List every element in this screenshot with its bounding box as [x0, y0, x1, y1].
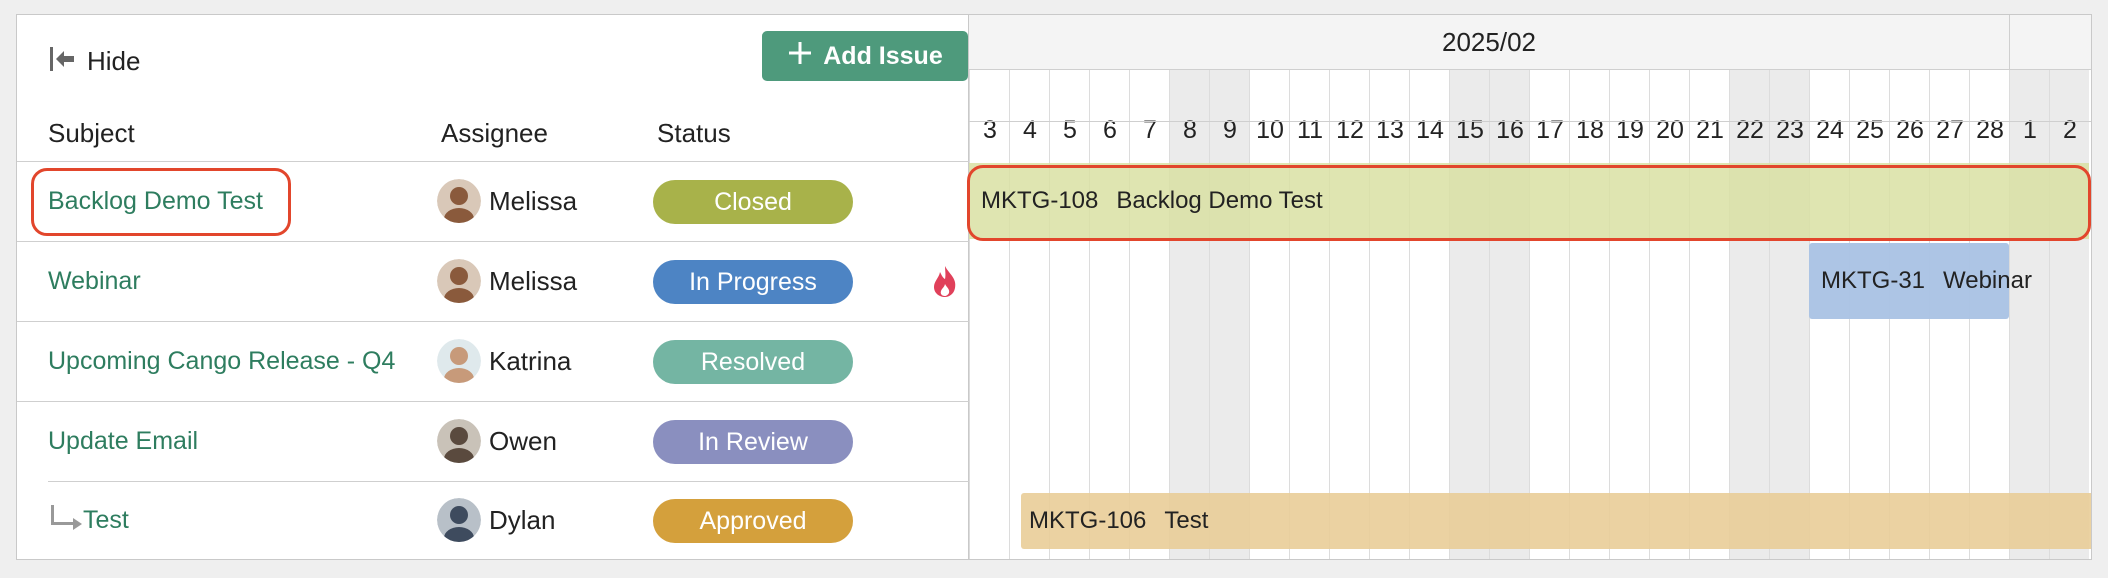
day-column: 10 [1249, 70, 1289, 559]
status-badge[interactable]: Approved [653, 499, 853, 543]
gantt-bar[interactable]: MKTG-106 Test [1021, 493, 2091, 549]
collapse-left-icon [47, 44, 77, 79]
bar-issue-key: MKTG-106 [1029, 507, 1147, 534]
day-column: 5 [1049, 70, 1089, 559]
day-column: 13 [1369, 70, 1409, 559]
day-column: 11 [1289, 70, 1329, 559]
column-header-status[interactable]: Status [657, 118, 731, 149]
day-column: 14 [1409, 70, 1449, 559]
column-header-assignee[interactable]: Assignee [441, 118, 548, 149]
day-column: 17 [1529, 70, 1569, 559]
status-badge[interactable]: Resolved [653, 340, 853, 384]
issue-row[interactable]: Backlog Demo Test Melissa Closed [17, 161, 969, 241]
day-column: 16 [1489, 70, 1529, 559]
month-label: 2025/02 [1442, 27, 1536, 57]
column-header-subject[interactable]: Subject [48, 118, 135, 149]
bar-issue-title: Test [1164, 507, 1209, 534]
avatar [437, 498, 481, 542]
day-column: 9 [1209, 70, 1249, 559]
day-column: 7 [1129, 70, 1169, 559]
bar-issue-key: MKTG-108 [981, 187, 1099, 214]
bar-issue-title: Webinar [1943, 267, 2032, 294]
assignee-cell: Katrina [437, 322, 571, 400]
status-badge[interactable]: In Review [653, 420, 853, 464]
subtask-arrow-icon [51, 505, 82, 530]
day-column: 15 [1449, 70, 1489, 559]
issue-subject-link[interactable]: Backlog Demo Test [48, 162, 263, 240]
day-column: 6 [1089, 70, 1129, 559]
assignee-cell: Melissa [437, 242, 577, 320]
plus-icon [787, 40, 813, 73]
day-column: 1 [2009, 70, 2049, 559]
issue-row[interactable]: Update Email Owen In Review [17, 401, 969, 481]
status-badge[interactable]: Closed [653, 180, 853, 224]
day-column: 22 [1729, 70, 1769, 559]
add-issue-label: Add Issue [823, 41, 943, 70]
assignee-name: Melissa [489, 185, 578, 216]
day-column: 3 [969, 70, 1009, 559]
day-column: 19 [1609, 70, 1649, 559]
gantt-bar[interactable]: MKTG-31 Webinar [1809, 243, 2032, 319]
day-column: 18 [1569, 70, 1609, 559]
day-column: 23 [1769, 70, 1809, 559]
gantt-chart: 2025/02 3 4 5 6 7 8 9 10 11 12 13 14 15 16 17 18 19 20 21 2… [967, 15, 2091, 559]
hide-button[interactable]: Hide [47, 41, 140, 81]
assignee-cell: Melissa [437, 162, 577, 240]
issue-subject-link[interactable]: Upcoming Cango Release - Q4 [48, 322, 395, 400]
gantt-panel: Hide Add Issue Subject Assignee Status B… [16, 14, 2092, 560]
month-header: 2025/02 [969, 15, 2091, 70]
issue-list-panel: Hide Add Issue Subject Assignee Status B… [17, 15, 969, 559]
assignee-cell: Dylan [437, 481, 555, 559]
status-badge[interactable]: In Progress [653, 260, 853, 304]
bar-issue-title: Backlog Demo Test [1116, 187, 1323, 214]
issue-row[interactable]: Upcoming Cango Release - Q4 Katrina Reso… [17, 321, 969, 401]
assignee-name: Katrina [489, 345, 572, 376]
assignee-cell: Owen [437, 402, 557, 480]
avatar [437, 419, 481, 463]
issue-subject-link[interactable]: Update Email [48, 402, 198, 480]
day-column: 4 [1009, 70, 1049, 559]
avatar [437, 179, 481, 223]
day-column: 12 [1329, 70, 1369, 559]
hide-label: Hide [87, 45, 141, 76]
day-column: 21 [1689, 70, 1729, 559]
issue-row[interactable]: Test Dylan Approved [17, 481, 969, 559]
assignee-name: Owen [489, 425, 557, 456]
avatar [437, 339, 481, 383]
day-column: 20 [1649, 70, 1689, 559]
day-column: 8 [1169, 70, 1209, 559]
issue-row[interactable]: Webinar Melissa In Progress [17, 241, 969, 321]
issue-subject-text: Test [83, 505, 129, 534]
month-divider [2009, 15, 2010, 70]
fire-icon [931, 264, 959, 303]
gantt-header-divider [969, 121, 2091, 122]
day-column: 2 [2049, 70, 2089, 559]
bar-issue-key: MKTG-31 [1821, 267, 1926, 294]
assignee-name: Dylan [489, 504, 556, 535]
issue-subject-link[interactable]: Webinar [48, 242, 141, 320]
assignee-name: Melissa [489, 265, 578, 296]
gantt-bar[interactable]: MKTG-108 Backlog Demo Test [969, 163, 2089, 239]
add-issue-button[interactable]: Add Issue [762, 31, 968, 81]
avatar [437, 259, 481, 303]
issue-subject-link[interactable]: Test [51, 481, 129, 559]
